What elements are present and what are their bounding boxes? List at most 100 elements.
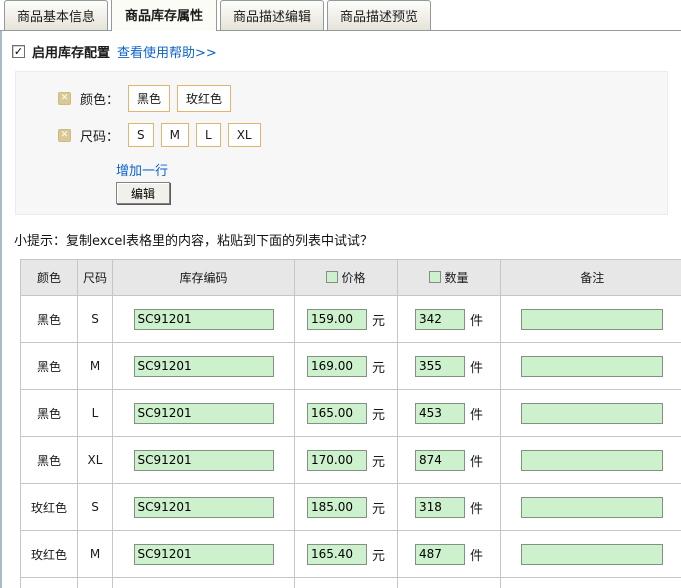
sku-qty-cell: 件 (398, 437, 501, 484)
attribute-value-button[interactable]: S (128, 123, 154, 147)
sku-code-input[interactable] (134, 450, 274, 471)
sku-price-input[interactable] (307, 544, 367, 565)
attribute-name-label: 尺码： (80, 126, 119, 145)
sku-price-cell: 元 (295, 484, 398, 531)
header-code: 库存编码 (113, 260, 295, 296)
qty-unit-label: 件 (470, 408, 483, 423)
attribute-row: ✕ 颜色： 黑色玫红色 (58, 85, 667, 112)
tab-inventory-attributes[interactable]: 商品库存属性 (111, 0, 217, 31)
sku-price-cell: 元 (295, 578, 398, 588)
sku-code-input[interactable] (134, 544, 274, 565)
add-row-link[interactable]: 增加一行 (116, 160, 168, 179)
price-unit-label: 元 (372, 502, 385, 517)
sku-price-cell: 元 (295, 437, 398, 484)
header-qty: 数量 (398, 260, 501, 296)
sku-remark-input[interactable] (521, 497, 663, 518)
sku-qty-input[interactable] (415, 403, 465, 424)
sku-price-input[interactable] (307, 403, 367, 424)
header-qty-label: 数量 (444, 269, 468, 286)
sku-code-cell (113, 296, 295, 343)
sku-row: 玫红色 M 元 件 (21, 531, 681, 578)
sku-qty-input[interactable] (415, 309, 465, 330)
sku-size-cell: S (78, 296, 113, 343)
sku-code-input[interactable] (134, 356, 274, 377)
sku-size-cell: M (78, 343, 113, 390)
attribute-rows: ✕ 颜色： 黑色玫红色 ✕ 尺码： SML XL (58, 85, 667, 147)
price-unit-label: 元 (372, 408, 385, 423)
tab-description-preview[interactable]: 商品描述预览 (327, 0, 431, 30)
sku-qty-input[interactable] (415, 544, 465, 565)
sku-color-cell: 黑色 (21, 437, 78, 484)
sku-code-cell (113, 437, 295, 484)
qty-unit-label: 件 (470, 314, 483, 329)
sku-qty-cell: 件 (398, 484, 501, 531)
sku-remark-input[interactable] (521, 309, 663, 330)
delete-attribute-icon[interactable]: ✕ (58, 129, 71, 142)
sku-table-header: 颜色 尺码 库存编码 价格 数量 (21, 260, 681, 296)
header-price: 价格 (295, 260, 398, 296)
sku-qty-input[interactable] (415, 450, 465, 471)
sku-remark-input[interactable] (521, 544, 663, 565)
attribute-value-button[interactable]: XL (228, 123, 261, 147)
sku-code-input[interactable] (134, 403, 274, 424)
help-link[interactable]: 查看使用帮助>> (117, 42, 217, 61)
tab-description-edit[interactable]: 商品描述编辑 (220, 0, 324, 30)
header-remark: 备注 (501, 260, 681, 296)
sku-remark-cell (501, 578, 681, 588)
header-size: 尺码 (78, 260, 113, 296)
sku-qty-input[interactable] (415, 356, 465, 377)
sku-code-cell (113, 578, 295, 588)
sku-size-cell: XL (78, 437, 113, 484)
sku-color-cell: 黑色 (21, 296, 78, 343)
attribute-value-button[interactable]: M (161, 123, 189, 147)
qty-unit-label: 件 (470, 455, 483, 470)
edit-button[interactable]: 编辑 (116, 182, 170, 204)
delete-attribute-icon[interactable]: ✕ (58, 92, 71, 105)
sku-color-cell: 玫红色 (21, 531, 78, 578)
sku-row: 黑色 S 元 件 (21, 296, 681, 343)
attribute-row: ✕ 尺码： SML XL (58, 123, 667, 147)
price-unit-label: 元 (372, 361, 385, 376)
sku-remark-cell (501, 437, 681, 484)
sku-remark-input[interactable] (521, 450, 663, 471)
sku-size-cell: L (78, 578, 113, 588)
attribute-value-button[interactable]: L (196, 123, 221, 147)
qty-unit-label: 件 (470, 549, 483, 564)
sku-price-cell: 元 (295, 531, 398, 578)
enable-inventory-checkbox[interactable]: ✓ (12, 45, 25, 58)
sku-code-input[interactable] (134, 309, 274, 330)
qty-unit-label: 件 (470, 361, 483, 376)
sku-color-cell: 黑色 (21, 343, 78, 390)
sku-remark-input[interactable] (521, 403, 663, 424)
attribute-value-button[interactable]: 黑色 (128, 85, 170, 112)
attribute-value-list: SML XL (128, 123, 261, 147)
sku-remark-cell (501, 531, 681, 578)
sku-price-input[interactable] (307, 497, 367, 518)
sku-remark-cell (501, 296, 681, 343)
sku-price-cell: 元 (295, 343, 398, 390)
attribute-value-button[interactable]: 玫红色 (177, 85, 231, 112)
sku-price-input[interactable] (307, 309, 367, 330)
qty-batch-checkbox[interactable] (429, 271, 441, 283)
sku-price-input[interactable] (307, 356, 367, 377)
sku-code-cell (113, 343, 295, 390)
tab-bar: 商品基本信息 商品库存属性 商品描述编辑 商品描述预览 (0, 0, 681, 31)
sku-remark-cell (501, 390, 681, 437)
price-unit-label: 元 (372, 549, 385, 564)
sku-price-input[interactable] (307, 450, 367, 471)
paste-hint: 小提示：复制excel表格里的内容，粘贴到下面的列表中试试？ (14, 230, 681, 249)
attribute-config-panel: ✕ 颜色： 黑色玫红色 ✕ 尺码： SML XL 增加一行 编辑 (15, 71, 668, 215)
price-unit-label: 元 (372, 455, 385, 470)
sku-code-cell (113, 531, 295, 578)
sku-qty-input[interactable] (415, 497, 465, 518)
sku-remark-input[interactable] (521, 356, 663, 377)
sku-table-body: 黑色 S 元 件 黑色 M 元 件 黑色 L (21, 296, 681, 588)
sku-remark-cell (501, 343, 681, 390)
price-batch-checkbox[interactable] (326, 271, 338, 283)
sku-row: 黑色 M 元 件 (21, 343, 681, 390)
sku-code-cell (113, 390, 295, 437)
attribute-name-label: 颜色： (80, 89, 119, 108)
sku-price-cell: 元 (295, 296, 398, 343)
sku-code-input[interactable] (134, 497, 274, 518)
tab-basic-info[interactable]: 商品基本信息 (4, 0, 108, 30)
